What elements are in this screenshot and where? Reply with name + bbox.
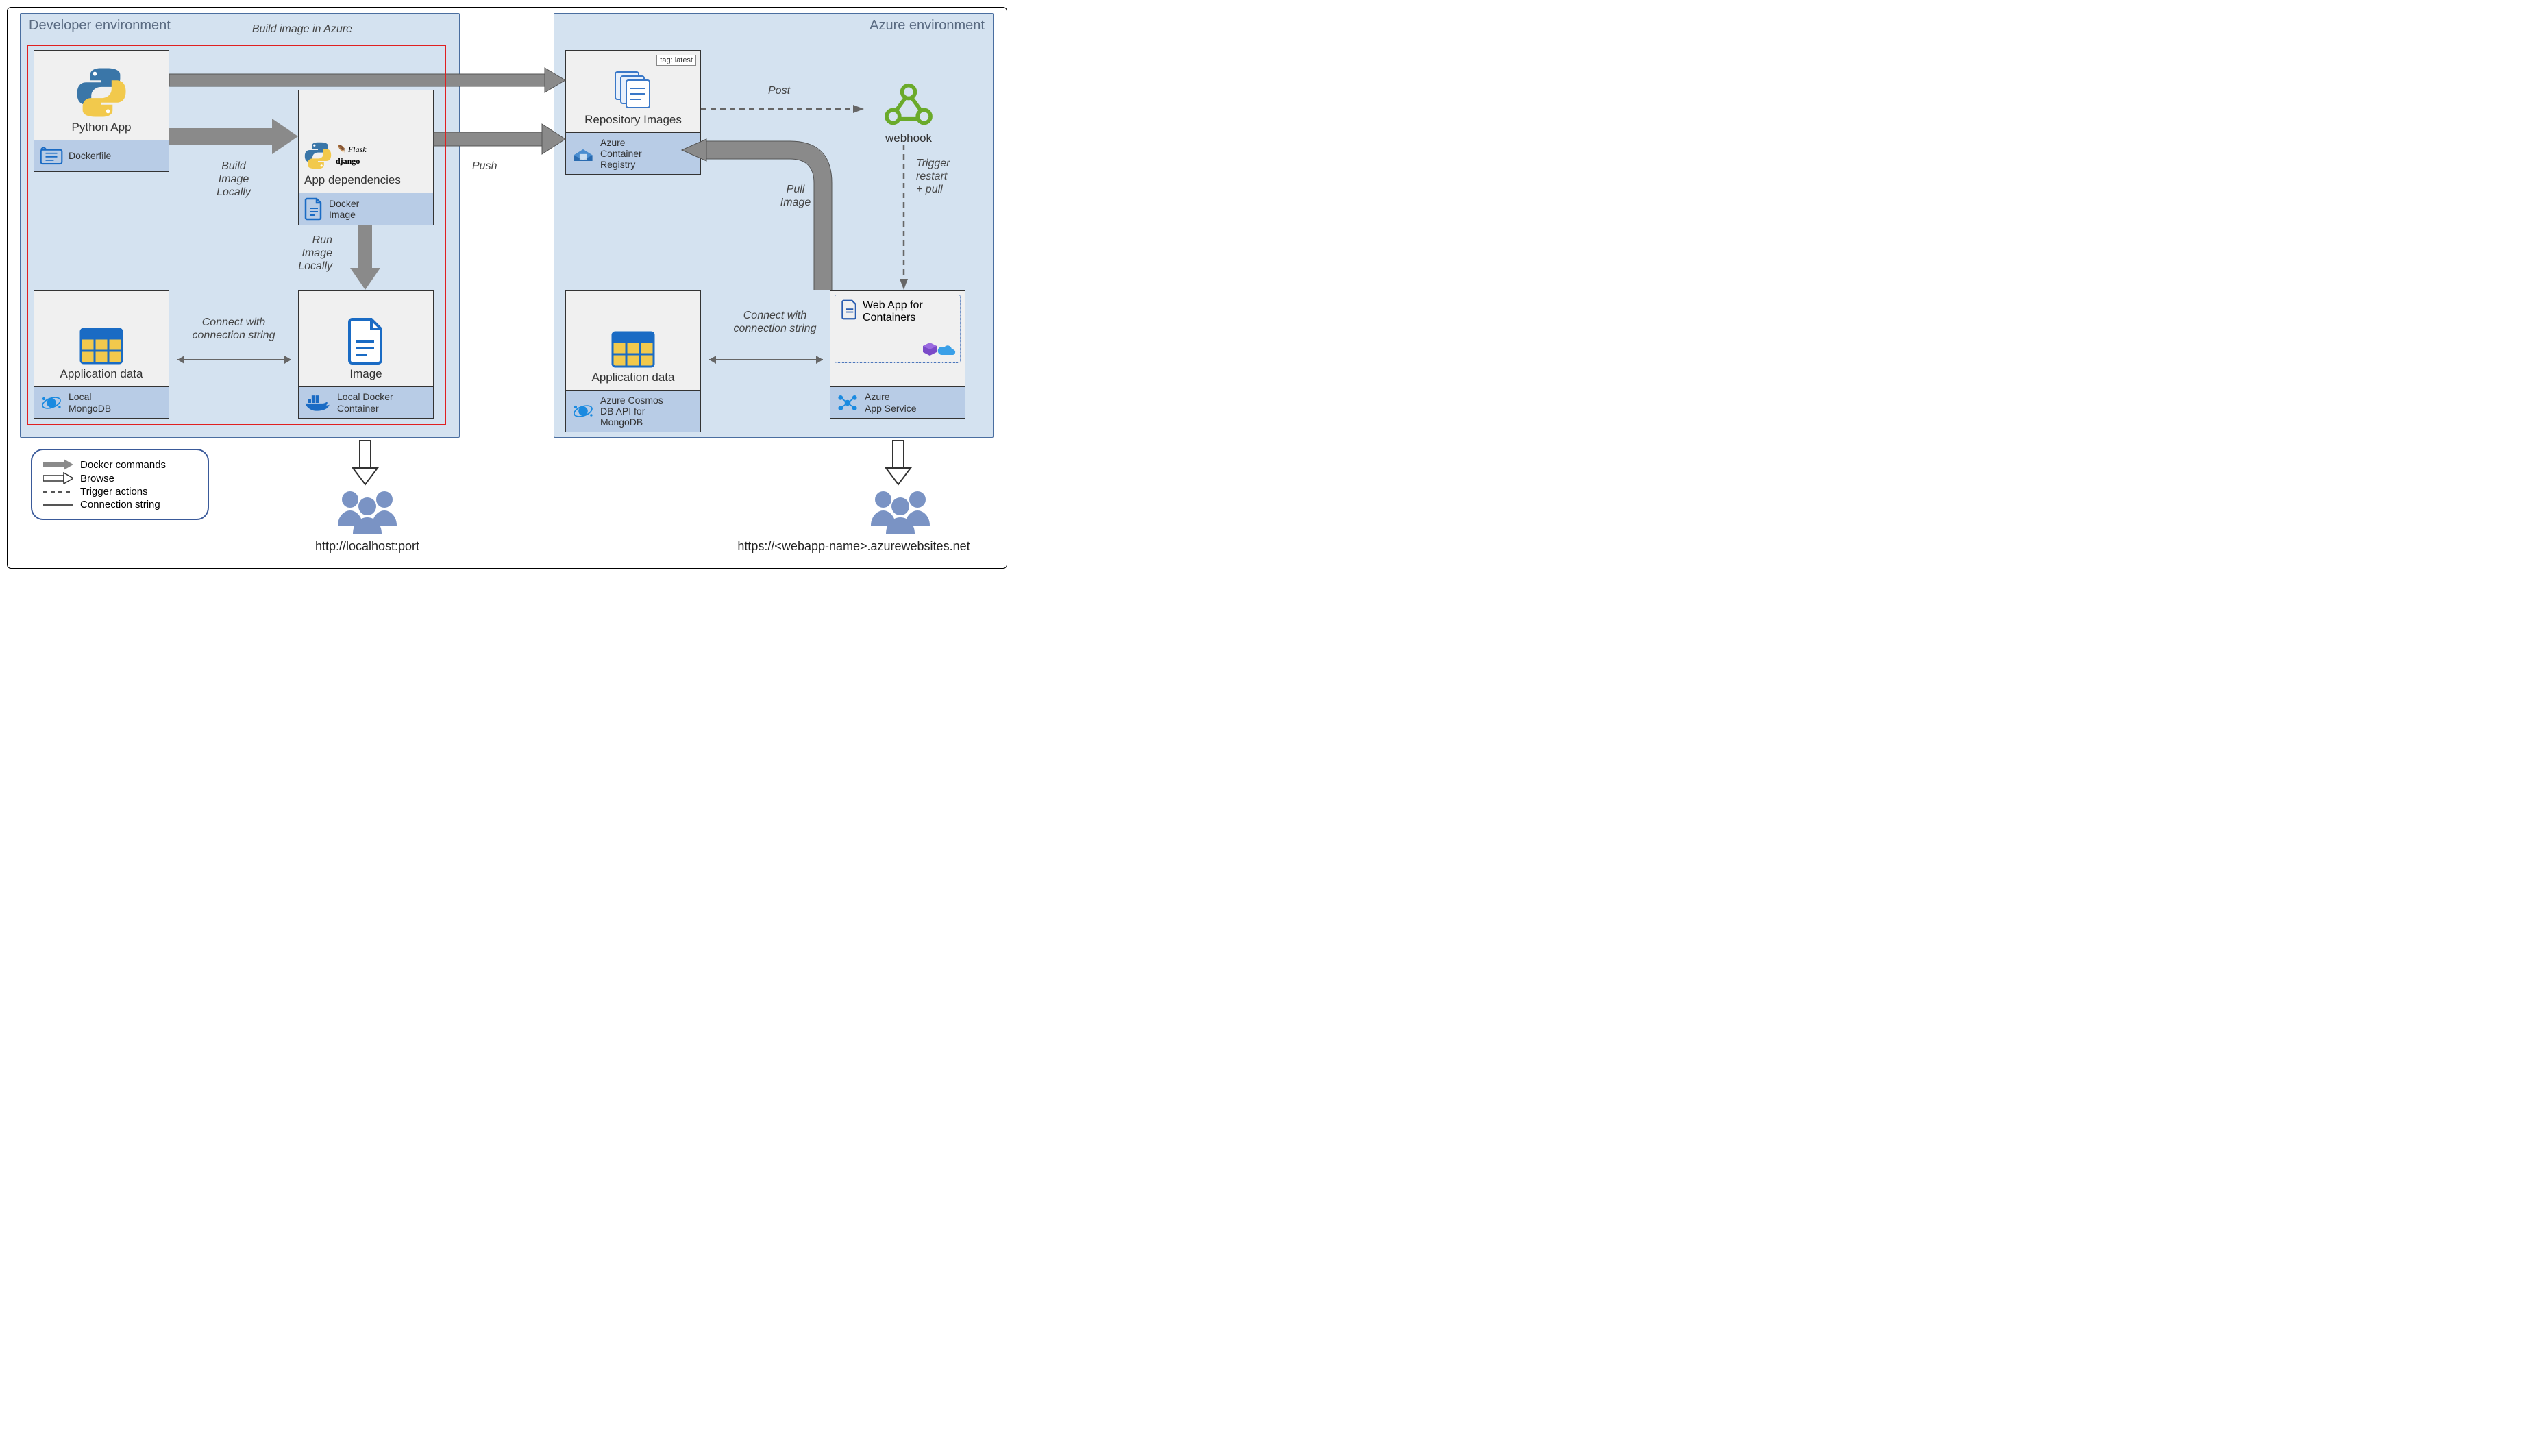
file-icon (347, 318, 385, 365)
node-webapp-footer: Azure App Service (865, 391, 916, 413)
node-app-data-azure: Application data Azure Cosmos DB API for… (565, 290, 701, 432)
webhook-icon (883, 82, 935, 127)
node-app-data-local: Application data Local MongoDB (34, 290, 169, 419)
node-app-deps-footer: Docker Image (329, 198, 359, 220)
legend-browse-arrow (43, 472, 73, 484)
node-webapp: Web App for Containers Azure App (830, 290, 965, 419)
arrow-push (434, 123, 567, 156)
python-icon (76, 67, 127, 118)
node-python-app: Python App Dockerfile (34, 50, 169, 172)
node-app-data-azure-title: Application data (592, 371, 675, 384)
arrow-connect-azure (701, 353, 831, 367)
url-azure: https://<webapp-name>.azurewebsites.net (713, 539, 994, 554)
label-connect-local: Connect with connection string (179, 316, 288, 342)
acr-icon (571, 143, 595, 164)
legend-dashed-line (43, 489, 73, 495)
azure-environment-title: Azure environment (870, 18, 985, 34)
django-label: django (336, 156, 367, 166)
legend-solid-line (43, 502, 73, 508)
node-webhook: webhook (864, 82, 953, 145)
dockerfile-icon (40, 146, 63, 166)
label-build-locally: Build Image Locally (199, 160, 268, 199)
python-icon-small (304, 142, 332, 169)
webapp-dashed-inner: Web App for Containers (835, 295, 961, 363)
node-app-data-local-title: Application data (60, 367, 143, 381)
app-service-icon (836, 393, 859, 413)
node-image-footer: Local Docker Container (337, 391, 393, 413)
arrow-build-locally (169, 117, 299, 156)
node-app-data-local-footer: Local MongoDB (69, 391, 111, 413)
label-pull-image: Pull Image (768, 183, 823, 209)
node-webapp-title: Web App for Containers (863, 299, 923, 325)
developer-environment-title: Developer environment (29, 18, 171, 34)
node-app-deps-title: App dependencies (304, 173, 401, 187)
legend-browse-text: Browse (80, 473, 114, 484)
label-run-locally: Run Image Locally (271, 234, 332, 273)
cosmos-icon (571, 401, 595, 421)
label-connect-azure: Connect with connection string (720, 309, 830, 335)
arrow-pull-image (679, 135, 843, 299)
cube-icon (922, 341, 938, 356)
label-trigger: Trigger restart + pull (916, 157, 978, 197)
container-file-icon (841, 299, 859, 320)
node-app-dependencies: 🪶 Flask django App dependencies Docker I… (298, 90, 434, 225)
arrow-run-locally (349, 225, 382, 291)
node-repo-images-footer: Azure Container Registry (600, 137, 642, 170)
arrow-browse-local (350, 441, 380, 486)
cloud-icon (937, 345, 956, 356)
cosmos-icon (40, 393, 63, 413)
legend-trigger-text: Trigger actions (80, 486, 148, 497)
docker-whale-icon (304, 393, 332, 412)
label-post: Post (768, 84, 790, 97)
legend-box: Docker commands Browse Trigger actions C… (31, 449, 209, 520)
legend-conn-text: Connection string (80, 499, 160, 510)
arrow-trigger-dashed (898, 145, 909, 291)
node-python-app-title: Python App (72, 121, 132, 134)
legend-docker-arrow (43, 458, 73, 471)
node-repo-images-title: Repository Images (584, 113, 682, 127)
table-icon (79, 328, 123, 365)
tag-latest: tag: latest (656, 55, 696, 66)
users-local-icon (323, 487, 412, 535)
stacked-files-icon (611, 69, 655, 110)
arrow-browse-azure (883, 441, 913, 486)
users-azure-icon (856, 487, 945, 535)
node-image-title: Image (349, 367, 382, 381)
url-local: http://localhost:port (295, 539, 439, 554)
label-push: Push (472, 160, 497, 173)
table-icon (611, 331, 655, 368)
node-webhook-title: webhook (864, 132, 953, 145)
node-image: Image Local Docker Container (298, 290, 434, 419)
node-app-data-azure-footer: Azure Cosmos DB API for MongoDB (600, 395, 663, 428)
arrow-build-in-azure (169, 66, 567, 94)
diagram-canvas: Developer environment Azure environment … (7, 7, 1007, 569)
docker-image-icon (304, 197, 323, 221)
arrow-post-dashed (701, 103, 865, 114)
label-build-in-azure: Build image in Azure (234, 23, 371, 36)
flask-label: 🪶 Flask (336, 145, 367, 155)
arrow-connect-local (169, 353, 299, 367)
legend-docker-text: Docker commands (80, 459, 166, 471)
node-python-app-footer: Dockerfile (69, 150, 111, 161)
